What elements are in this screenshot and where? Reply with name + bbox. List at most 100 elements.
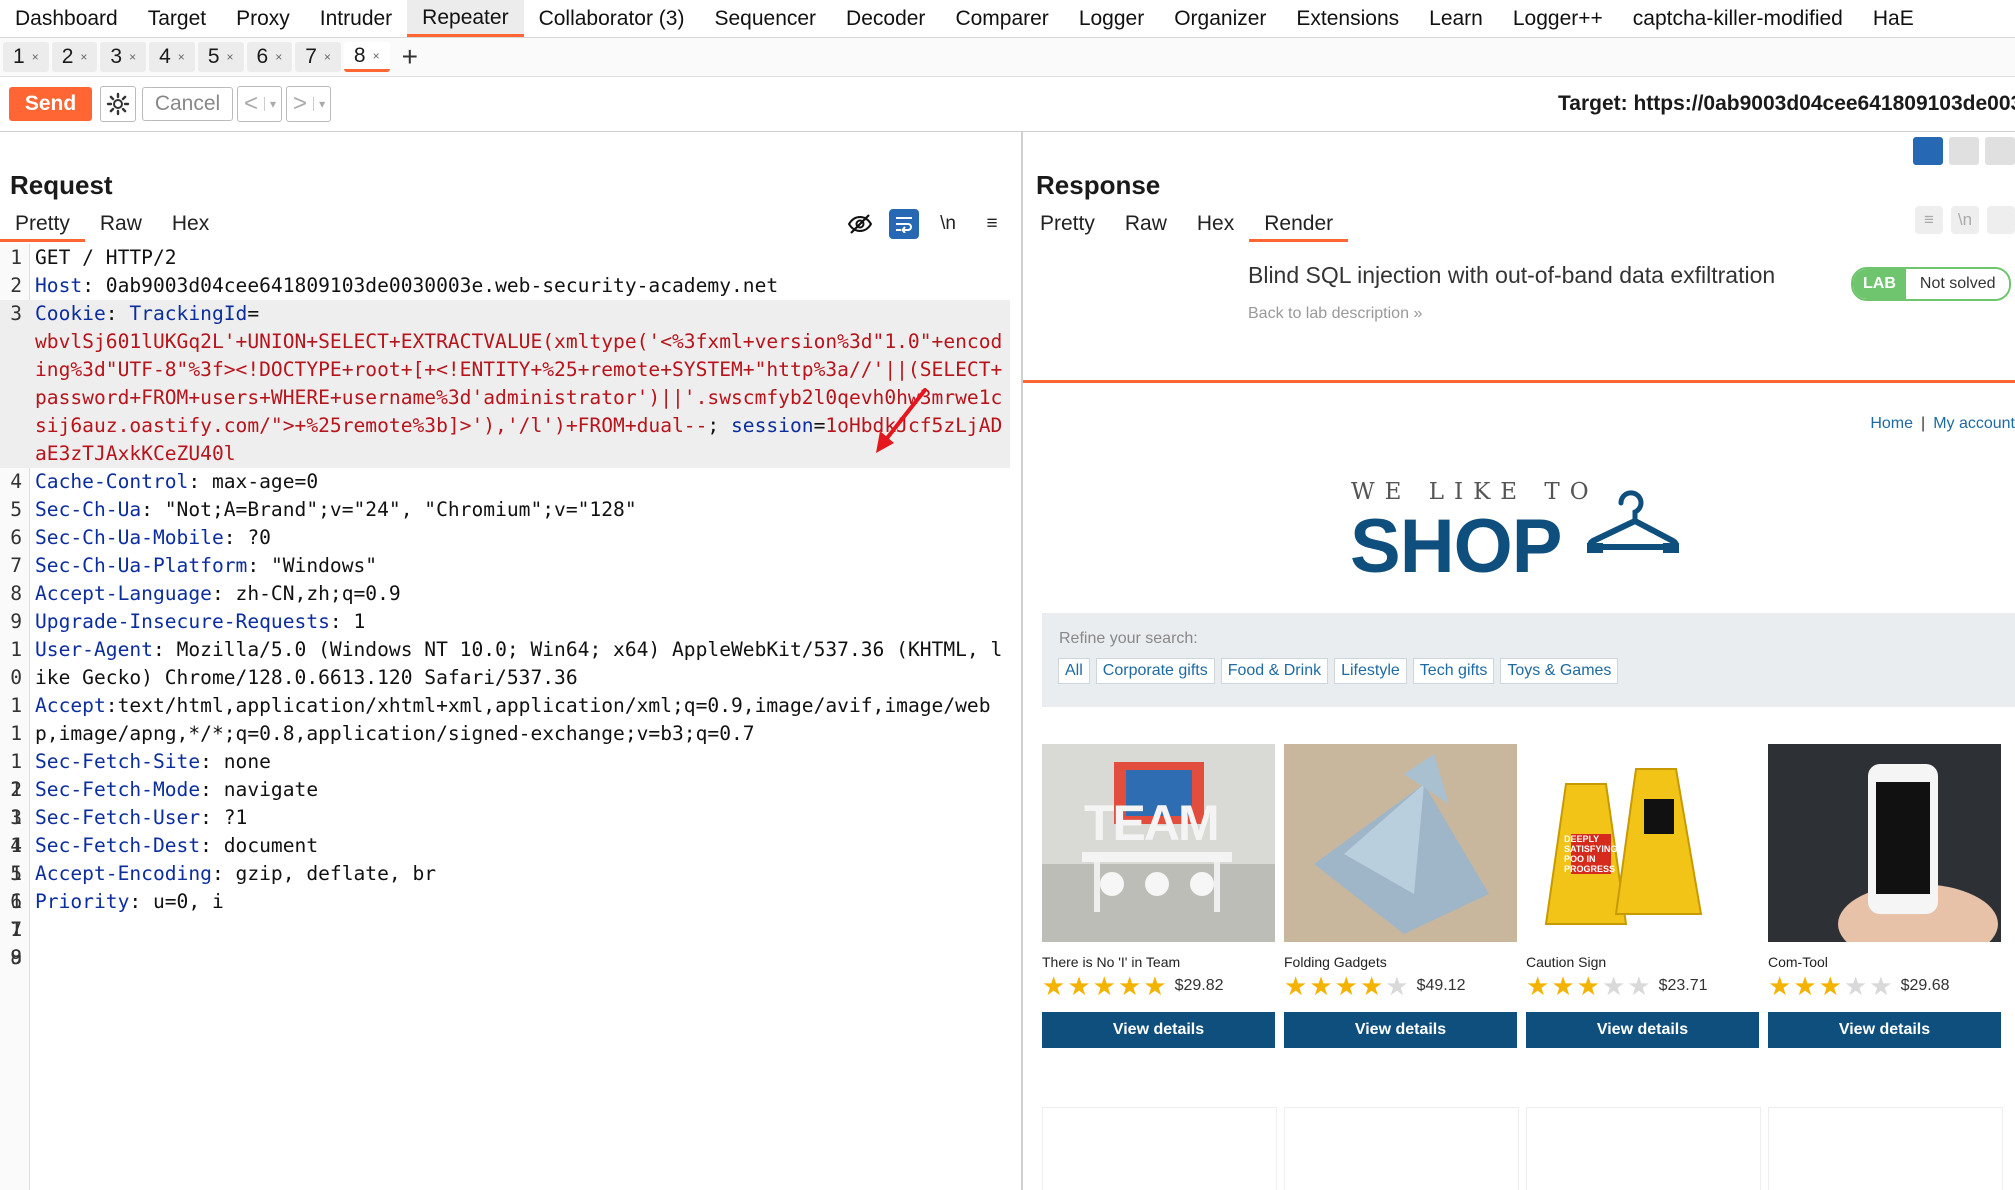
response-tab-raw[interactable]: Raw bbox=[1110, 206, 1182, 242]
menu-item-hae[interactable]: HaE bbox=[1858, 0, 1929, 37]
repeater-tab-label[interactable]: 1 bbox=[13, 45, 25, 69]
close-icon[interactable]: × bbox=[129, 50, 136, 64]
request-line[interactable]: 17 Priority: u=0, i bbox=[0, 888, 1010, 941]
menu-item-learn[interactable]: Learn bbox=[1414, 0, 1498, 37]
single-pane-icon[interactable] bbox=[1985, 137, 2015, 165]
request-line[interactable]: 16 Accept-Encoding: gzip, deflate, br bbox=[0, 860, 1010, 913]
forward-arrow-icon[interactable]: > bbox=[287, 90, 313, 118]
request-line[interactable]: 6 Sec-Ch-Ua-Mobile: ?0 bbox=[0, 524, 1010, 552]
menu-item-target[interactable]: Target bbox=[133, 0, 221, 37]
request-tab-hex[interactable]: Hex bbox=[157, 206, 224, 242]
eye-slash-icon[interactable] bbox=[845, 209, 875, 239]
request-line[interactable]: 1 GET / HTTP/2 bbox=[0, 244, 1010, 272]
split-vertical-icon[interactable] bbox=[1913, 137, 1943, 165]
view-details-button[interactable]: View details bbox=[1526, 1012, 1759, 1048]
wrap-icon[interactable] bbox=[889, 209, 919, 239]
request-tab-raw[interactable]: Raw bbox=[85, 206, 157, 242]
close-icon[interactable]: × bbox=[275, 50, 282, 64]
request-tab-pretty[interactable]: Pretty bbox=[0, 206, 85, 242]
category-filter-lifestyle[interactable]: Lifestyle bbox=[1334, 658, 1407, 684]
gear-icon[interactable] bbox=[100, 86, 136, 122]
request-line[interactable]: 8 Accept-Language: zh-CN,zh;q=0.9 bbox=[0, 580, 1010, 608]
repeater-tab-8[interactable]: 8 × bbox=[343, 42, 390, 72]
repeater-tab-label[interactable]: 6 bbox=[257, 45, 269, 69]
close-icon[interactable]: × bbox=[227, 50, 234, 64]
request-line[interactable]: 13 Sec-Fetch-Mode: navigate bbox=[0, 776, 1010, 829]
request-line[interactable]: 4 Cache-Control: max-age=0 bbox=[0, 468, 1010, 496]
repeater-tab-3[interactable]: 3 × bbox=[100, 42, 147, 72]
home-link[interactable]: Home bbox=[1870, 415, 1913, 432]
repeater-tab-2[interactable]: 2 × bbox=[51, 42, 98, 72]
forward-dropdown-icon[interactable]: ▾ bbox=[313, 97, 330, 111]
view-details-button[interactable]: View details bbox=[1042, 1012, 1275, 1048]
request-line[interactable]: 11 Accept:text/html,application/xhtml+xml… bbox=[0, 692, 1010, 748]
request-line[interactable]: 14 Sec-Fetch-User: ?1 bbox=[0, 804, 1010, 857]
request-line[interactable]: 5 Sec-Ch-Ua: "Not;A=Brand";v="24", "Chrom… bbox=[0, 496, 1010, 524]
close-icon[interactable]: × bbox=[324, 50, 331, 64]
repeater-tab-5[interactable]: 5 × bbox=[197, 42, 244, 72]
request-line[interactable]: 3 Cookie: TrackingId= wbvlSj601lUKGq2L'+UN… bbox=[0, 300, 1010, 468]
request-line[interactable]: 12 Sec-Fetch-Site: none bbox=[0, 748, 1010, 801]
response-tab-render[interactable]: Render bbox=[1249, 206, 1349, 242]
back-to-lab-link[interactable]: Back to lab description » bbox=[1248, 305, 1422, 323]
request-line[interactable]: 9 Upgrade-Insecure-Requests: 1 bbox=[0, 608, 1010, 636]
product-image[interactable]: DEEPLY SATISFYING POO IN PROGRESS bbox=[1526, 744, 1759, 942]
repeater-tab-1[interactable]: 1 × bbox=[3, 42, 49, 72]
request-line[interactable]: 10 User-Agent: Mozilla/5.0 (Windows NT 10… bbox=[0, 636, 1010, 692]
repeater-tab-label[interactable]: 4 bbox=[159, 45, 171, 69]
view-details-button[interactable]: View details bbox=[1284, 1012, 1517, 1048]
product-image[interactable]: TEAM bbox=[1042, 744, 1275, 942]
menu-item-intruder[interactable]: Intruder bbox=[305, 0, 407, 37]
wrap-icon[interactable]: ≡ bbox=[1915, 206, 1943, 234]
response-tab-pretty[interactable]: Pretty bbox=[1025, 206, 1110, 242]
menu-item-comparer[interactable]: Comparer bbox=[940, 0, 1063, 37]
split-horizontal-icon[interactable] bbox=[1949, 137, 1979, 165]
menu-item-collaborator-3[interactable]: Collaborator (3) bbox=[524, 0, 700, 37]
close-icon[interactable]: × bbox=[80, 50, 87, 64]
repeater-tab-7[interactable]: 7 × bbox=[295, 42, 341, 72]
newline-icon[interactable]: \n bbox=[1951, 206, 1979, 234]
category-filter-food-drink[interactable]: Food & Drink bbox=[1220, 658, 1329, 684]
product-image[interactable] bbox=[1768, 744, 2001, 942]
repeater-tab-label[interactable]: 2 bbox=[62, 45, 74, 69]
response-tab-hex[interactable]: Hex bbox=[1182, 206, 1249, 242]
cancel-button[interactable]: Cancel bbox=[142, 87, 233, 121]
close-icon[interactable]: × bbox=[32, 50, 39, 64]
category-filter-all[interactable]: All bbox=[1058, 658, 1090, 684]
menu-icon[interactable]: ≡ bbox=[977, 209, 1007, 239]
category-filter-tech-gifts[interactable]: Tech gifts bbox=[1412, 658, 1495, 684]
menu-item-repeater[interactable]: Repeater bbox=[407, 0, 524, 37]
repeater-tab-6[interactable]: 6 × bbox=[246, 42, 293, 72]
my-account-link[interactable]: My account bbox=[1933, 415, 2015, 432]
back-arrow-icon[interactable]: < bbox=[238, 90, 264, 118]
target-url[interactable]: Target: https://0ab9003d04cee641809103de… bbox=[1558, 77, 2015, 131]
view-details-button[interactable]: View details bbox=[1768, 1012, 2001, 1048]
menu-item-sequencer[interactable]: Sequencer bbox=[699, 0, 831, 37]
menu-item-logger[interactable]: Logger++ bbox=[1498, 0, 1618, 37]
send-button[interactable]: Send bbox=[9, 87, 92, 121]
request-line[interactable]: 7 Sec-Ch-Ua-Platform: "Windows" bbox=[0, 552, 1010, 580]
request-line[interactable]: 2 Host: 0ab9003d04cee641809103de0030003e.… bbox=[0, 272, 1010, 300]
menu-item-decoder[interactable]: Decoder bbox=[831, 0, 940, 37]
product-image[interactable] bbox=[1284, 744, 1517, 942]
history-forward-group[interactable]: > ▾ bbox=[286, 86, 332, 122]
menu-item-proxy[interactable]: Proxy bbox=[221, 0, 305, 37]
history-back-group[interactable]: < ▾ bbox=[237, 86, 283, 122]
menu-item-captcha-killer-modified[interactable]: captcha-killer-modified bbox=[1618, 0, 1858, 37]
menu-icon[interactable] bbox=[1987, 206, 2015, 234]
newline-icon[interactable]: \n bbox=[933, 209, 963, 239]
close-icon[interactable]: × bbox=[373, 49, 380, 63]
close-icon[interactable]: × bbox=[178, 50, 185, 64]
category-filter-toys-games[interactable]: Toys & Games bbox=[1500, 658, 1619, 684]
repeater-tab-label[interactable]: 3 bbox=[110, 45, 122, 69]
request-line[interactable]: 15 Sec-Fetch-Dest: document bbox=[0, 832, 1010, 885]
back-dropdown-icon[interactable]: ▾ bbox=[264, 97, 281, 111]
menu-item-extensions[interactable]: Extensions bbox=[1281, 0, 1414, 37]
category-filter-corporate-gifts[interactable]: Corporate gifts bbox=[1095, 658, 1215, 684]
menu-item-logger[interactable]: Logger bbox=[1064, 0, 1159, 37]
request-editor[interactable]: 1 GET / HTTP/2 2 Host: 0ab9003d04cee6418091… bbox=[0, 244, 1021, 1190]
menu-item-dashboard[interactable]: Dashboard bbox=[0, 0, 133, 37]
repeater-tab-label[interactable]: 8 bbox=[354, 44, 366, 68]
add-tab-icon[interactable]: + bbox=[402, 42, 418, 72]
repeater-tab-label[interactable]: 7 bbox=[305, 45, 317, 69]
